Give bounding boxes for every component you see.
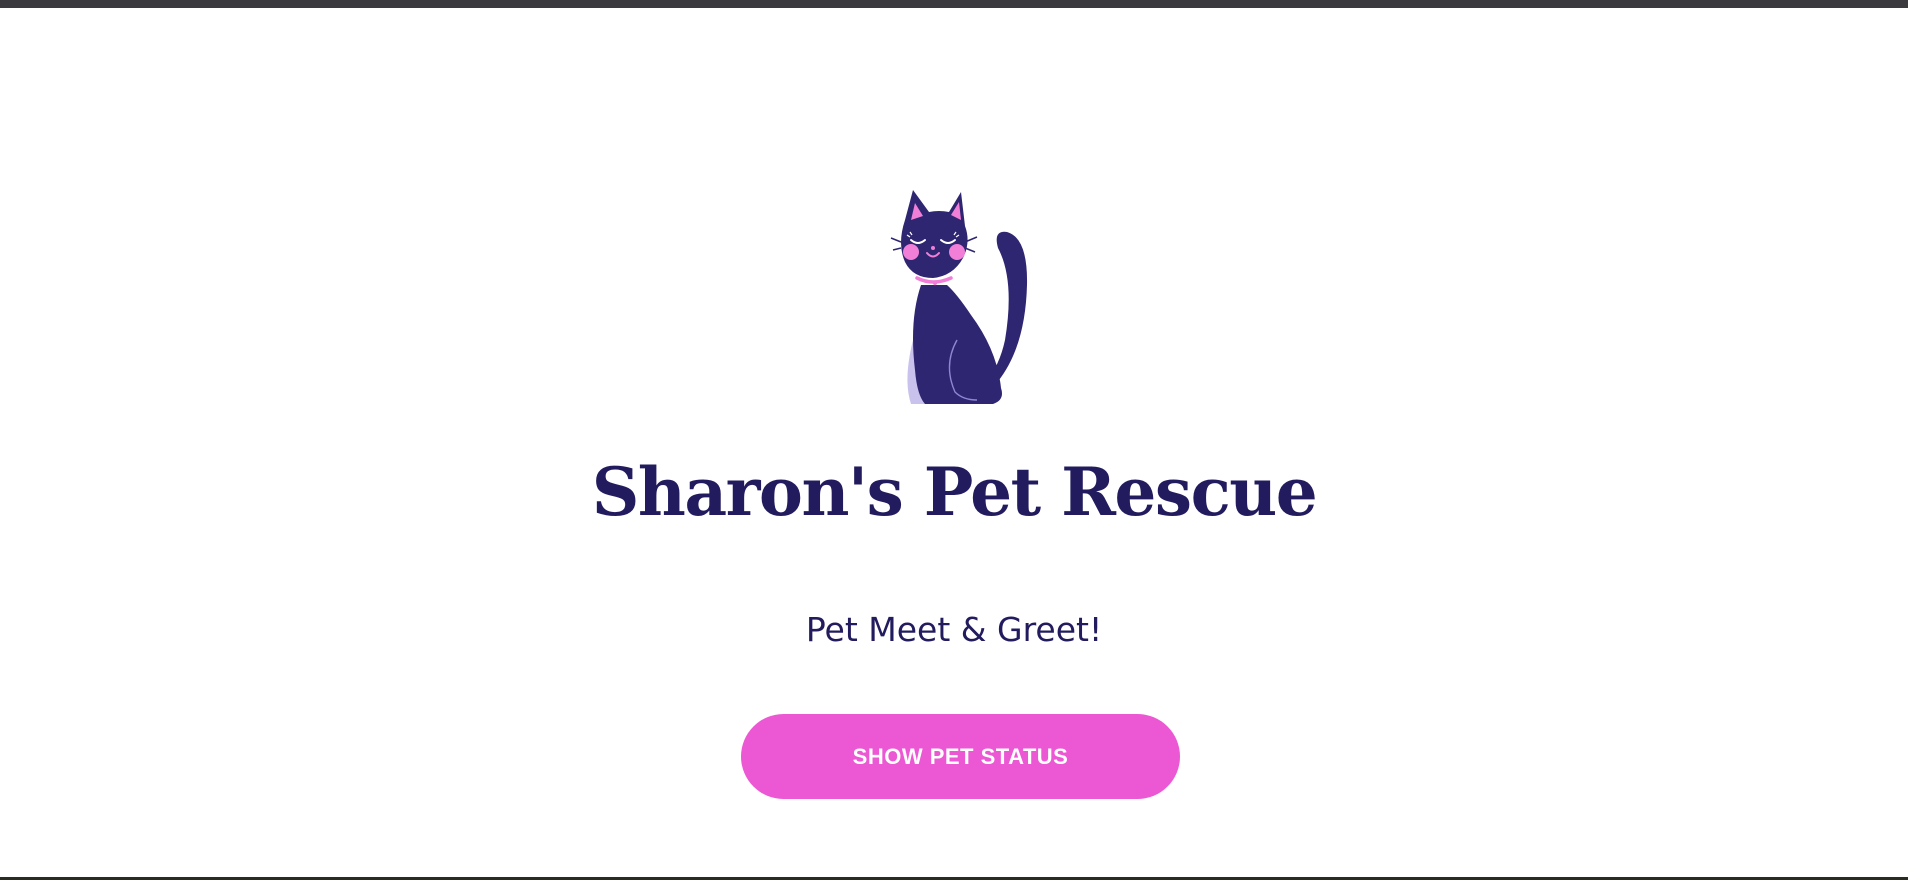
top-border: [0, 0, 1908, 8]
page-title: Sharon's Pet Rescue: [591, 453, 1318, 531]
show-pet-status-button[interactable]: SHOW PET STATUS: [741, 714, 1180, 799]
page-subtitle: Pet Meet & Greet!: [805, 610, 1103, 649]
page: Sharon's Pet Rescue Pet Meet & Greet! SH…: [0, 0, 1908, 880]
cat-icon: [890, 190, 1028, 404]
